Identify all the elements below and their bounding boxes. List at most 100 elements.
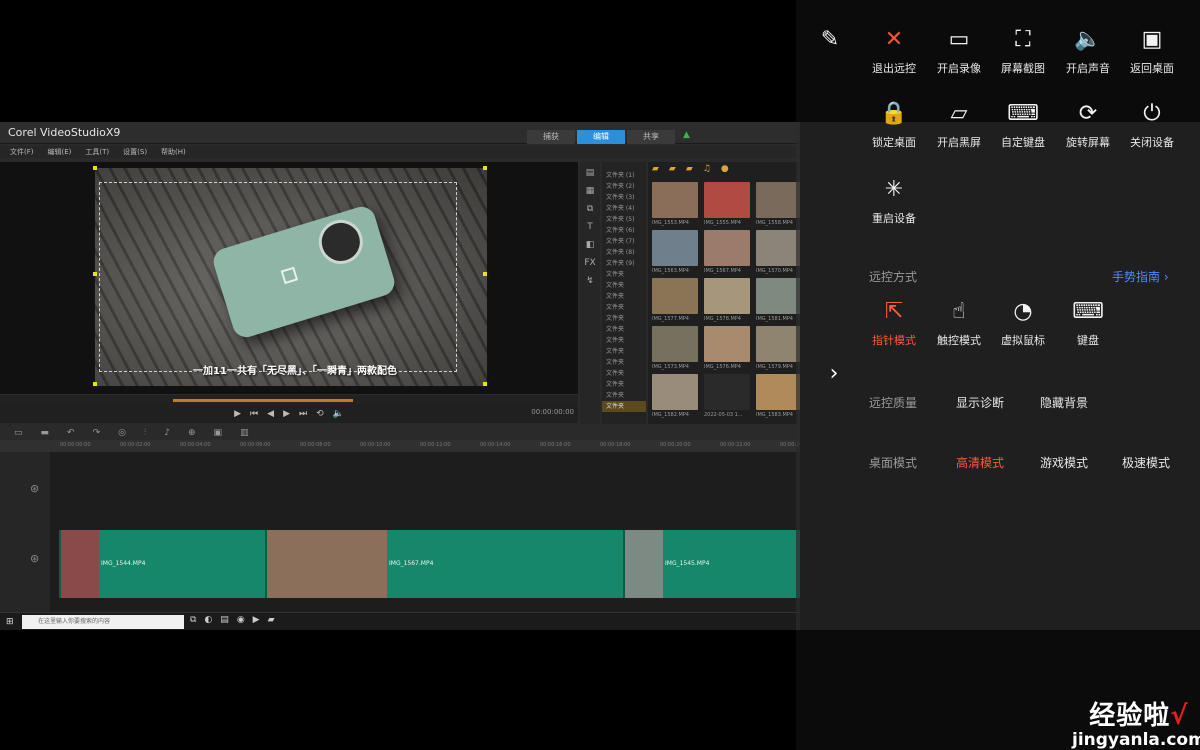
library-folder[interactable]: 文件夹 (9) (602, 258, 646, 269)
library-folder[interactable]: 文件夹 (2) (602, 181, 646, 192)
trim-range[interactable] (173, 399, 353, 402)
tool-pointer[interactable]: ⇱ 指针模式 (862, 298, 926, 348)
resize-handle[interactable] (483, 382, 487, 386)
tool-crop[interactable]: ⛶ 屏幕截图 (991, 26, 1055, 76)
transition-icon[interactable]: ⧉ (587, 204, 593, 214)
instant-project-icon[interactable]: ▦ (586, 186, 595, 196)
tool-keyboard[interactable]: ⌨ 键盘 (1056, 298, 1120, 348)
timeline-ruler[interactable]: 00:00:00:00 00:00:02:00 00:00:04:00 00:00:0… (0, 440, 800, 452)
hd-mode-button[interactable]: 高清模式 (956, 454, 1004, 471)
media-thumbnail[interactable]: IMG_1555.MP4 (704, 182, 750, 226)
redo-icon[interactable]: ↷ (93, 428, 101, 438)
timeline-clip[interactable]: IMG_1544.MP4 (59, 530, 265, 598)
timeline-clip[interactable]: IMG_1567.MP4 (265, 530, 623, 598)
scrub-bar[interactable] (0, 395, 578, 405)
video-track-icon[interactable]: ⊛ (30, 482, 39, 495)
folder-icon[interactable]: ▰ (652, 164, 659, 174)
step-back-icon[interactable]: ◀ (267, 409, 274, 419)
step-forward-icon[interactable]: ▶ (283, 409, 290, 419)
upgrade-icon[interactable]: ▲ (683, 130, 690, 140)
tool-touch[interactable]: ☝ 触控模式 (927, 298, 991, 348)
skip-start-icon[interactable]: ⏮ (250, 409, 258, 419)
hide-background-button[interactable]: 隐藏背景 (1040, 394, 1088, 411)
storyboard-view-icon[interactable]: ▭ (14, 428, 23, 438)
step-edit[interactable]: 编辑 (577, 130, 625, 144)
tool-rotate[interactable]: ⟳ 旋转屏幕 (1056, 100, 1120, 150)
media-thumbnail[interactable]: IMG_1576.MP4 (704, 326, 750, 370)
media-icon[interactable]: ▤ (586, 168, 595, 178)
subtitle-editor-icon[interactable]: ▣ (214, 428, 223, 438)
edge-icon[interactable]: ◐ (204, 615, 212, 625)
media-thumbnail[interactable]: IMG_1558.MP4 (756, 182, 800, 226)
library-folder[interactable]: 文件夹 (602, 357, 646, 368)
step-capture[interactable]: 捕获 (527, 130, 575, 144)
explorer-icon[interactable]: ▰ (268, 615, 275, 625)
play-icon[interactable]: ▶ (234, 409, 241, 419)
library-folder[interactable]: 文件夹 (602, 379, 646, 390)
tool-monitor[interactable]: ▣ 返回桌面 (1120, 26, 1184, 76)
media-thumbnail[interactable]: 2022-05-03 1... (704, 374, 750, 418)
notepad-icon[interactable]: ▤ (220, 615, 229, 625)
library-folder[interactable]: 文件夹 (4) (602, 203, 646, 214)
collapse-panel-icon[interactable]: › (815, 355, 853, 393)
library-folder[interactable]: 文件夹 (602, 324, 646, 335)
overlay-track-icon[interactable]: ⊛ (30, 552, 39, 565)
media-thumbnail[interactable]: IMG_1573.MP4 (652, 326, 698, 370)
resize-handle[interactable] (93, 272, 97, 276)
tool-restart[interactable]: ✳ 重启设备 (862, 176, 926, 226)
menu-tools[interactable]: 工具(T) (85, 146, 109, 158)
undo-icon[interactable]: ↶ (67, 428, 75, 438)
tool-close[interactable]: ✕ 退出远控 (862, 26, 926, 76)
windows-start-icon[interactable]: ⊞ (6, 617, 14, 627)
library-folder[interactable]: 文件夹 (3) (602, 192, 646, 203)
media-thumbnail[interactable]: IMG_1578.MP4 (704, 278, 750, 322)
tool-speaker[interactable]: 🔈 开启声音 (1056, 26, 1120, 76)
menu-file[interactable]: 文件(F) (10, 146, 34, 158)
library-folder[interactable]: 文件夹 (6) (602, 225, 646, 236)
tool-lock[interactable]: 🔒 锁定桌面 (862, 100, 926, 150)
resize-handle[interactable] (483, 166, 487, 170)
game-mode-button[interactable]: 游戏模式 (1040, 454, 1088, 471)
graphics-icon[interactable]: ◧ (586, 240, 595, 250)
volume-icon[interactable]: 🔈 (333, 409, 344, 419)
filter-icon[interactable]: FX (584, 258, 595, 268)
audio-filter-icon[interactable]: ♫ (703, 164, 711, 174)
path-icon[interactable]: ↯ (586, 276, 594, 286)
remote-desktop-view[interactable]: Corel VideoStudioX9 捕获 编辑 共享 ▲ 文件(F) 编辑(… (0, 122, 800, 630)
tool-blackscreen[interactable]: ▱ 开启黑屏 (927, 100, 991, 150)
auto-music-icon[interactable]: ♪ (164, 428, 170, 438)
repeat-icon[interactable]: ⟲ (316, 409, 324, 419)
library-folder[interactable]: 文件夹 (602, 302, 646, 313)
tool-power[interactable]: ⏻ 关闭设备 (1120, 100, 1184, 150)
motion-tracking-icon[interactable]: ⊕ (188, 428, 196, 438)
library-folder[interactable]: 文件夹 (602, 313, 646, 324)
resize-handle[interactable] (483, 272, 487, 276)
gesture-guide-link[interactable]: 手势指南 › (1112, 268, 1169, 285)
step-share[interactable]: 共享 (627, 130, 675, 144)
show-diagnostics-button[interactable]: 显示诊断 (956, 394, 1004, 411)
tool-keyboard[interactable]: ⌨ 自定键盘 (991, 100, 1055, 150)
library-folder[interactable]: 文件夹 (7) (602, 236, 646, 247)
media-thumbnail[interactable]: IMG_1583.MP4 (756, 374, 800, 418)
library-folder[interactable]: 文件夹 (1) (602, 170, 646, 181)
media-thumbnail[interactable]: IMG_1553.MP4 (652, 182, 698, 226)
resize-handle[interactable] (93, 166, 97, 170)
edit-button[interactable]: ✎ (798, 26, 862, 54)
taskbar-search[interactable]: 在这里输入你要搜索的内容 (22, 615, 184, 629)
media-thumbnail[interactable]: IMG_1567.MP4 (704, 230, 750, 274)
menu-help[interactable]: 帮助(H) (161, 146, 186, 158)
preview-frame[interactable]: 一加11一共有「无尽黑」、「一瞬青」两款配色 (95, 168, 487, 386)
library-folder[interactable]: 文件夹 (602, 280, 646, 291)
media-thumbnail[interactable]: IMG_1579.MP4 (756, 326, 800, 370)
videostudio-icon[interactable]: ▶ (253, 615, 260, 625)
media-thumbnail[interactable]: IMG_1582.MP4 (652, 374, 698, 418)
resize-handle[interactable] (93, 382, 97, 386)
media-thumbnail[interactable]: IMG_1577.MP4 (652, 278, 698, 322)
media-thumbnail[interactable]: IMG_1570.MP4 (756, 230, 800, 274)
library-folder[interactable]: 文件夹 (602, 390, 646, 401)
firefox-icon[interactable]: ◉ (237, 615, 245, 625)
library-folder[interactable]: 文件夹 (602, 291, 646, 302)
video-track[interactable]: IMG_1544.MP4 IMG_1567.MP4 IMG_1545.MP4 (50, 452, 800, 612)
title-icon[interactable]: T (587, 222, 593, 232)
library-folder[interactable]: 文件夹 (602, 401, 646, 412)
